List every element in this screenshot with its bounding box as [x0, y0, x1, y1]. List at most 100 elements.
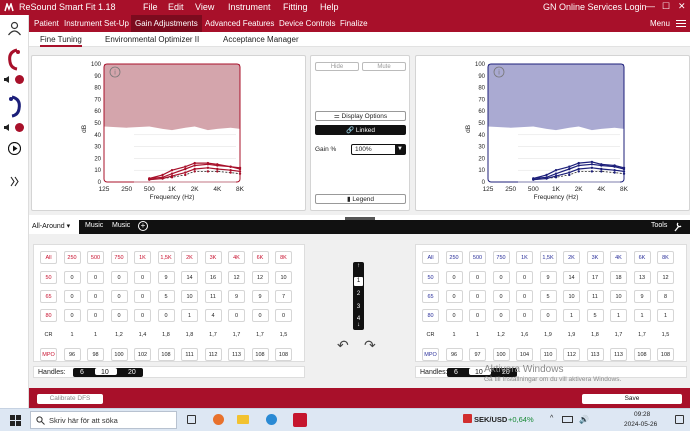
subtab-environmental-optimizer[interactable]: Environmental Optimizer II	[105, 35, 199, 44]
mpo-label[interactable]: MPO	[40, 348, 57, 361]
gain-point[interactable]	[184, 171, 187, 174]
tools-label[interactable]: Tools	[651, 222, 667, 229]
gain-cell[interactable]: 13	[633, 271, 651, 284]
gain-cell[interactable]: 0	[539, 309, 557, 322]
gain-cell[interactable]: 1	[181, 309, 198, 322]
gain-cell[interactable]: 0	[110, 271, 128, 284]
band-header-6[interactable]: 2K	[181, 251, 198, 264]
gain-point[interactable]	[577, 161, 580, 165]
gain-point[interactable]	[229, 165, 232, 168]
gain-point[interactable]	[577, 167, 580, 171]
band-header-2[interactable]: 500	[469, 251, 486, 264]
gain-point[interactable]	[170, 169, 174, 172]
gain-cell[interactable]: 0	[63, 309, 81, 322]
gain-cell[interactable]: 10	[610, 290, 627, 303]
legend-button[interactable]: ▮ Legend	[315, 194, 406, 204]
gain-point[interactable]	[568, 173, 571, 177]
band-header-1[interactable]: 250	[445, 251, 463, 264]
gain-point[interactable]	[184, 173, 187, 177]
gain-point[interactable]	[238, 170, 242, 173]
close-button[interactable]: ✕	[678, 1, 686, 12]
gain-cell[interactable]: 10	[563, 290, 580, 303]
gain-cell[interactable]: 14	[181, 271, 198, 284]
gain-point[interactable]	[216, 170, 219, 173]
right-hearing-aid-icon[interactable]	[5, 48, 24, 71]
gain-cell[interactable]: 0	[63, 290, 81, 303]
gain-cell[interactable]: 14	[563, 271, 580, 284]
gain-point[interactable]	[613, 171, 616, 174]
band-header-2[interactable]: 500	[87, 251, 104, 264]
mpo-label[interactable]: MPO	[422, 348, 439, 361]
band-header-4[interactable]: 1K	[134, 251, 151, 264]
gain-cell[interactable]: 9	[633, 290, 651, 303]
gain-point[interactable]	[238, 166, 242, 169]
band-header-5[interactable]: 1,5K	[157, 251, 175, 264]
program-level-selector[interactable]: ↑ 1 2 3 4 ↓	[353, 262, 364, 330]
windows-start-icon[interactable]	[10, 415, 21, 426]
band-header-3[interactable]: 750	[492, 251, 510, 264]
firefox-icon[interactable]	[213, 414, 224, 425]
gain-cell[interactable]: 8	[657, 290, 674, 303]
gain-point[interactable]	[577, 164, 580, 167]
gain-point[interactable]	[590, 166, 594, 169]
redo-icon[interactable]: ↷	[364, 337, 376, 354]
band-header-6[interactable]: 2K	[563, 251, 580, 264]
row-label-0[interactable]: 50	[40, 271, 57, 284]
gain-point[interactable]	[545, 176, 548, 179]
network-icon[interactable]	[562, 416, 573, 423]
band-header-5[interactable]: 1,5K	[539, 251, 557, 264]
level-3[interactable]: 3	[353, 304, 364, 310]
menu-fitting[interactable]: Fitting	[283, 2, 308, 12]
band-header-8[interactable]: 4K	[610, 251, 627, 264]
gain-point[interactable]	[184, 167, 187, 171]
gain-cell[interactable]: 9	[157, 271, 175, 284]
tab-finalize[interactable]: Finalize	[336, 15, 372, 32]
gain-point[interactable]	[193, 170, 196, 173]
gain-point[interactable]	[568, 165, 571, 168]
band-header-7[interactable]: 3K	[586, 251, 604, 264]
add-program-icon[interactable]: +	[138, 221, 148, 231]
gain-cell[interactable]: 0	[516, 309, 533, 322]
handles-selector[interactable]: 6 10 20	[73, 368, 143, 377]
handles-option-20[interactable]: 20	[128, 368, 136, 377]
mpo-cell[interactable]: 100	[110, 348, 128, 361]
mpo-cell[interactable]: 110	[539, 348, 557, 361]
notifications-icon[interactable]	[675, 415, 684, 424]
tab-instrument-setup[interactable]: Instrument Set-Up	[60, 15, 133, 32]
speaker-icon[interactable]	[3, 75, 12, 84]
gain-point[interactable]	[206, 161, 210, 165]
hide-button[interactable]: Hide	[315, 62, 359, 71]
gain-cell[interactable]: 0	[228, 309, 245, 322]
gain-cell[interactable]: 1	[563, 309, 580, 322]
gain-point[interactable]	[590, 160, 594, 164]
undo-icon[interactable]: ↶	[337, 337, 349, 354]
linked-toggle[interactable]: 🔗 Linked	[315, 125, 406, 135]
gain-cell[interactable]: 0	[445, 290, 463, 303]
band-header-10[interactable]: 8K	[657, 251, 674, 264]
band-header-9[interactable]: 6K	[251, 251, 269, 264]
subtab-fine-tuning[interactable]: Fine Tuning	[40, 35, 82, 47]
stock-widget-icon[interactable]	[463, 414, 472, 423]
minimize-button[interactable]: —	[646, 1, 655, 11]
volume-icon[interactable]: 🔊	[579, 415, 589, 424]
gain-point[interactable]	[206, 170, 210, 173]
band-header-3[interactable]: 750	[110, 251, 128, 264]
gain-point[interactable]	[193, 164, 196, 167]
gain-point[interactable]	[193, 161, 196, 165]
level-1[interactable]: 1	[354, 277, 363, 286]
gain-cell[interactable]: 0	[157, 309, 175, 322]
gain-point[interactable]	[193, 167, 196, 171]
gain-point[interactable]	[170, 172, 174, 175]
tab-advanced-features[interactable]: Advanced Features	[201, 15, 278, 32]
gain-cell[interactable]: 1	[610, 309, 627, 322]
mpo-cell[interactable]: 98	[87, 348, 104, 361]
band-header-10[interactable]: 8K	[275, 251, 292, 264]
gain-point[interactable]	[577, 170, 580, 173]
gain-cell[interactable]: 0	[445, 271, 463, 284]
gain-point[interactable]	[238, 172, 242, 175]
save-button[interactable]: Save	[582, 394, 682, 404]
gain-point[interactable]	[229, 171, 232, 174]
row-label-2[interactable]: 80	[40, 309, 57, 322]
gain-cell[interactable]: 5	[157, 290, 175, 303]
gain-point[interactable]	[184, 165, 187, 168]
